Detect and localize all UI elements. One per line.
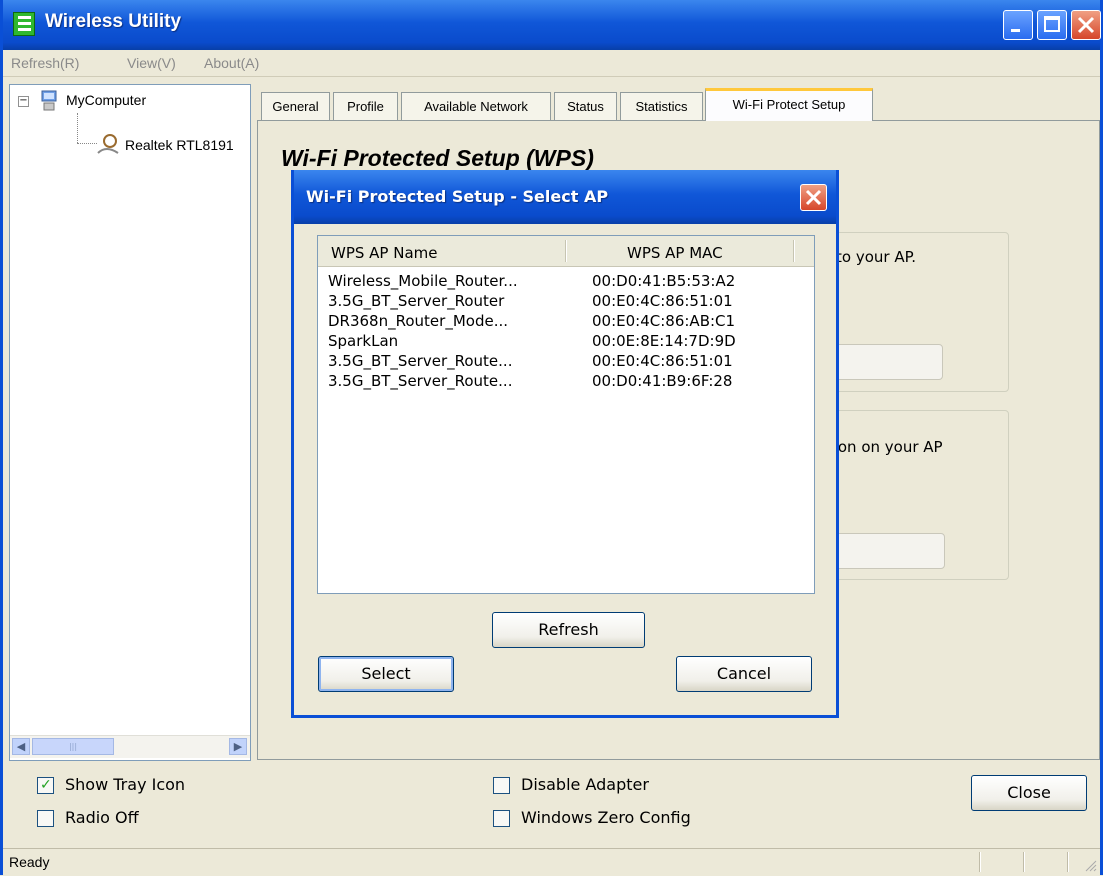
menu-refresh[interactable]: Refresh(R) — [11, 55, 79, 71]
ap-name: 3.5G_BT_Server_Router — [328, 292, 505, 310]
ap-list-row[interactable]: 3.5G_BT_Server_Route... 00:D0:41:B9:6F:2… — [318, 372, 814, 392]
tab-wifi-protect-setup[interactable]: Wi-Fi Protect Setup — [705, 88, 873, 121]
cancel-button[interactable]: Cancel — [676, 656, 812, 692]
checkbox[interactable] — [493, 810, 510, 827]
ap-name: DR368n_Router_Mode... — [328, 312, 508, 330]
tab-available-network[interactable]: Available Network — [401, 92, 551, 120]
ap-list-row[interactable]: DR368n_Router_Mode... 00:E0:4C:86:AB:C1 — [318, 312, 814, 332]
select-button[interactable]: Select — [318, 656, 454, 692]
menu-bar: Refresh(R) View(V) About(A) — [3, 50, 1100, 77]
close-icon — [805, 189, 822, 206]
tree-expander[interactable]: − — [18, 96, 29, 107]
ap-mac: 00:E0:4C:86:AB:C1 — [592, 312, 736, 330]
column-header-mac[interactable]: WPS AP MAC — [627, 244, 723, 262]
status-separator — [1023, 852, 1025, 872]
ap-mac: 00:0E:8E:14:7D:9D — [592, 332, 736, 350]
checkbox-label: Radio Off — [65, 808, 139, 827]
dialog-title-bar[interactable]: Wi-Fi Protected Setup - Select AP — [294, 170, 836, 224]
scroll-right-arrow[interactable]: ▶ — [229, 738, 247, 755]
minimize-icon — [1011, 29, 1020, 32]
status-bar: Ready — [3, 848, 1100, 876]
maximize-button[interactable] — [1037, 10, 1067, 40]
ap-name: 3.5G_BT_Server_Route... — [328, 352, 513, 370]
tree-item-mycomputer[interactable]: MyComputer — [66, 92, 146, 108]
status-text: Ready — [9, 854, 50, 870]
ap-list-row[interactable]: SparkLan 00:0E:8E:14:7D:9D — [318, 332, 814, 352]
window-title: Wireless Utility — [45, 11, 182, 32]
checkbox-label: Disable Adapter — [521, 775, 649, 794]
close-window-button[interactable] — [1071, 10, 1101, 40]
checkbox-label: Windows Zero Config — [521, 808, 691, 827]
scroll-left-arrow[interactable]: ◀ — [12, 738, 30, 755]
tab-general[interactable]: General — [261, 92, 330, 120]
pin-instruction-text: to your AP. — [836, 248, 917, 266]
ap-name: 3.5G_BT_Server_Route... — [328, 372, 513, 390]
checkbox[interactable] — [37, 810, 54, 827]
status-separator — [1067, 852, 1069, 872]
tab-profile[interactable]: Profile — [333, 92, 398, 120]
app-icon — [13, 12, 35, 36]
ap-name: Wireless_Mobile_Router... — [328, 272, 518, 290]
ap-list[interactable]: WPS AP Name WPS AP MAC Wireless_Mobile_R… — [317, 235, 815, 594]
status-separator — [979, 852, 981, 872]
minimize-button[interactable] — [1003, 10, 1033, 40]
refresh-button[interactable]: Refresh — [492, 612, 645, 648]
menu-view[interactable]: View(V) — [127, 55, 176, 71]
tree-line — [77, 113, 78, 143]
radio-off-checkbox[interactable]: Radio Off — [37, 808, 237, 830]
tab-status[interactable]: Status — [554, 92, 617, 120]
menu-about[interactable]: About(A) — [204, 55, 259, 71]
ap-mac: 00:E0:4C:86:51:01 — [592, 292, 733, 310]
checkbox-label: Show Tray Icon — [65, 775, 186, 794]
ap-mac: 00:E0:4C:86:51:01 — [592, 352, 733, 370]
column-header-name[interactable]: WPS AP Name — [331, 244, 438, 262]
checkbox[interactable] — [493, 777, 510, 794]
dialog-title: Wi-Fi Protected Setup - Select AP — [306, 187, 609, 206]
disable-adapter-checkbox[interactable]: Disable Adapter — [493, 775, 733, 797]
column-separator[interactable] — [793, 240, 795, 262]
maximize-icon — [1044, 16, 1060, 32]
adapter-icon — [97, 134, 119, 154]
tree-line — [77, 143, 97, 144]
ap-mac: 00:D0:41:B9:6F:28 — [592, 372, 733, 390]
tree-item-adapter[interactable]: Realtek RTL8191 — [125, 137, 234, 153]
computer-icon — [41, 90, 57, 111]
show-tray-icon-checkbox[interactable]: ✓ Show Tray Icon — [37, 775, 237, 797]
ap-mac: 00:D0:41:B5:53:A2 — [592, 272, 736, 290]
column-separator[interactable] — [565, 240, 567, 262]
select-ap-dialog: Wi-Fi Protected Setup - Select AP WPS AP… — [291, 170, 839, 718]
ap-list-row[interactable]: 3.5G_BT_Server_Route... 00:E0:4C:86:51:0… — [318, 352, 814, 372]
windows-zero-config-checkbox[interactable]: Windows Zero Config — [493, 808, 753, 830]
main-window: Wireless Utility Refresh(R) View(V) Abou… — [0, 0, 1103, 876]
resize-grip-icon[interactable] — [1084, 859, 1098, 873]
tab-statistics[interactable]: Statistics — [620, 92, 703, 120]
ap-name: SparkLan — [328, 332, 399, 350]
close-icon — [1077, 16, 1095, 34]
device-tree[interactable]: − MyComputer Realtek RTL8191 ◀ ||| ▶ — [9, 84, 251, 761]
scroll-thumb[interactable]: ||| — [32, 738, 114, 755]
close-button[interactable]: Close — [971, 775, 1087, 811]
title-bar[interactable]: Wireless Utility — [3, 0, 1101, 50]
wps-heading: Wi-Fi Protected Setup (WPS) — [281, 145, 594, 171]
ap-list-header: WPS AP Name WPS AP MAC — [318, 236, 814, 267]
pbc-instruction-text: ton on your AP — [832, 438, 943, 456]
dialog-close-button[interactable] — [800, 184, 827, 211]
ap-list-row[interactable]: Wireless_Mobile_Router... 00:D0:41:B5:53… — [318, 272, 814, 292]
ap-list-row[interactable]: 3.5G_BT_Server_Router 00:E0:4C:86:51:01 — [318, 292, 814, 312]
tree-horizontal-scrollbar[interactable]: ◀ ||| ▶ — [10, 735, 250, 758]
checkbox[interactable]: ✓ — [37, 777, 54, 794]
checkmark-icon: ✓ — [40, 777, 52, 793]
